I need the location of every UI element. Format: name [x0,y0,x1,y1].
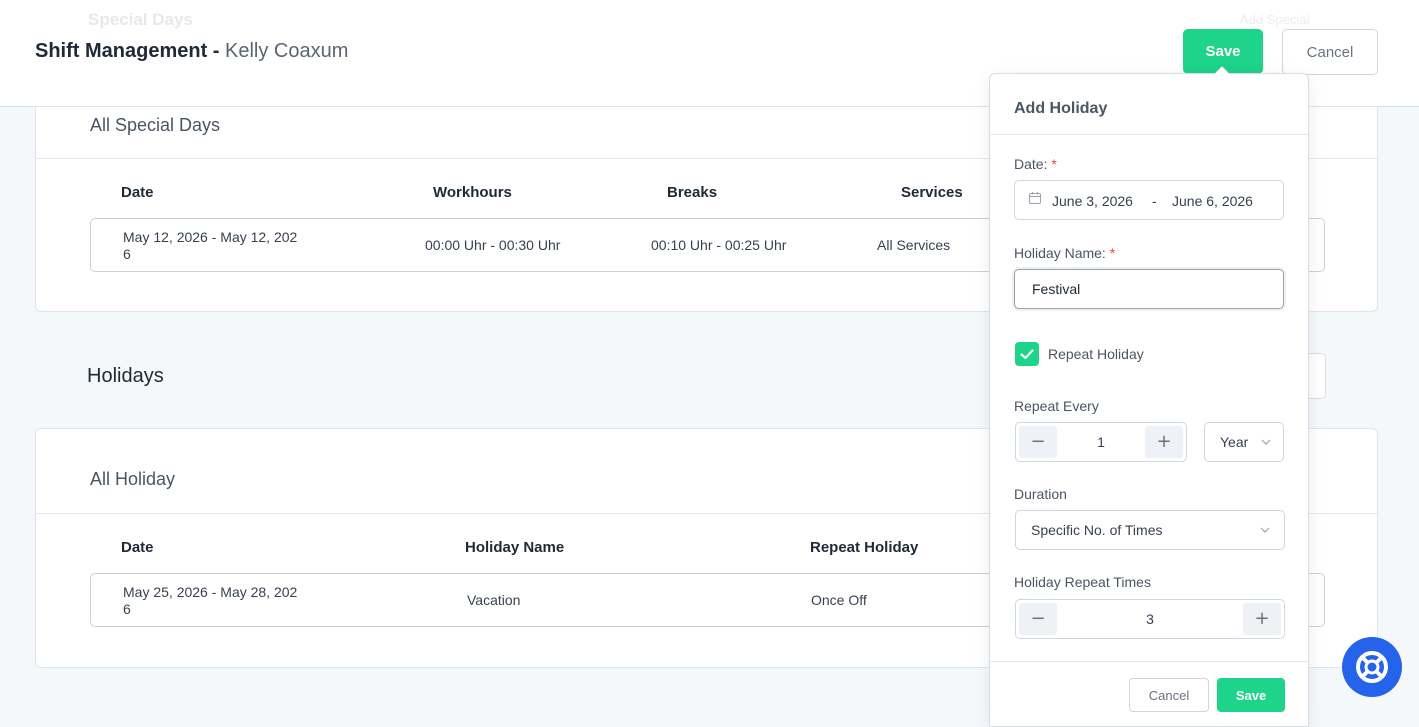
repeat-every-stepper: − 1 + [1015,422,1187,462]
required-mark: * [1109,245,1116,261]
required-mark: * [1051,156,1057,172]
repeat-unit-select[interactable]: Year [1204,422,1284,462]
calendar-icon [1029,192,1041,204]
add-holiday-panel: Add Holiday Date: * June 3, 2026 - June … [989,73,1309,727]
column-header-date[interactable]: Date [121,539,154,556]
row-date: May 12, 2026 - May 12, 2026 [123,229,298,262]
divider [990,661,1308,662]
date-separator: - [1152,193,1157,209]
employee-name: Kelly Coaxum [225,40,349,62]
holidays-title: All Holiday [90,469,176,489]
holiday-name-input[interactable] [1015,270,1283,308]
repeat-holiday-label[interactable]: Repeat Holiday [1048,346,1144,362]
repeat-unit-value: Year [1220,434,1249,450]
row-date: May 25, 2026 - May 28, 2026 [123,584,298,617]
column-header-services[interactable]: Services [901,184,963,201]
repeat-times-label: Holiday Repeat Times [1014,574,1151,590]
row-holiday-name: Vacation [467,592,521,608]
date-label-text: Date: [1014,156,1048,172]
increment-button[interactable]: + [1243,603,1281,635]
column-header-repeat-holiday[interactable]: Repeat Holiday [810,539,918,556]
cancel-button[interactable]: Cancel [1282,29,1378,75]
check-icon [1020,349,1034,360]
duration-value: Specific No. of Times [1031,522,1163,538]
panel-title: Add Holiday [1014,100,1108,117]
column-header-workhours[interactable]: Workhours [433,184,512,201]
holidays-section-title: Holidays [87,365,164,387]
special-days-title: All Special Days [90,115,221,135]
background-section-title: Special Days [88,10,193,29]
date-start: June 3, 2026 [1052,193,1133,209]
repeat-holiday-checkbox[interactable] [1015,342,1039,366]
duration-label: Duration [1014,486,1067,502]
page-title-label: Shift Management - [35,40,226,62]
date-range-picker[interactable]: June 3, 2026 - June 6, 2026 [1014,180,1284,220]
divider [990,134,1308,135]
date-label: Date: * [1014,156,1057,172]
row-workhours: 00:00 Uhr - 00:30 Uhr [425,237,561,253]
repeat-every-label: Repeat Every [1014,398,1099,414]
popover-arrow [1214,66,1230,74]
column-header-breaks[interactable]: Breaks [667,184,717,201]
chevron-down-icon [1260,527,1270,533]
panel-save-button[interactable]: Save [1217,678,1285,712]
page-title: Shift Management - Kelly Coaxum [35,40,348,63]
repeat-times-stepper: − 3 + [1015,599,1285,639]
holiday-name-field[interactable] [1014,269,1284,309]
holiday-name-label: Holiday Name: * [1014,245,1115,261]
column-header-date[interactable]: Date [121,184,154,201]
chevron-down-icon [1261,439,1271,445]
holiday-name-label-text: Holiday Name: [1014,245,1106,261]
row-services: All Services [877,237,951,253]
row-breaks: 00:10 Uhr - 00:25 Uhr [651,237,787,253]
background-add-special-button: Add Special [1240,12,1310,27]
duration-select[interactable]: Specific No. of Times [1015,510,1285,550]
date-end: June 6, 2026 [1172,193,1253,209]
column-header-holiday-name[interactable]: Holiday Name [465,539,564,556]
increment-button[interactable]: + [1145,426,1183,458]
lifebuoy-icon [1356,651,1388,683]
row-repeat-holiday: Once Off [811,592,867,608]
help-button[interactable] [1342,637,1402,697]
panel-cancel-button[interactable]: Cancel [1129,678,1209,712]
